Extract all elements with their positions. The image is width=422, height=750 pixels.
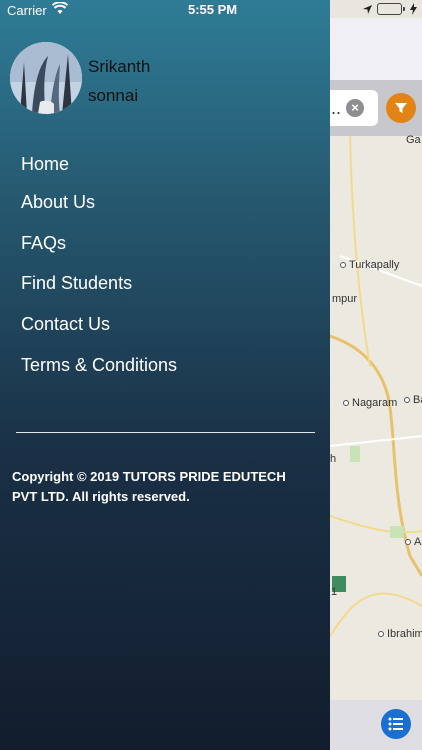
status-bar: Carrier 5:55 PM	[0, 0, 422, 20]
status-right	[362, 3, 417, 15]
side-drawer: Srikanth sonnai Home About Us FAQs Find …	[0, 0, 330, 750]
map-place-label: Ab	[405, 536, 422, 548]
user-first-name: Srikanth	[88, 57, 151, 76]
highway-shield-label: 1	[331, 586, 338, 598]
map-place-label: mpur	[332, 293, 358, 305]
clear-icon[interactable]: ×	[346, 99, 364, 117]
navigation-bar	[330, 18, 422, 80]
map-place-label: Nagaram	[343, 397, 397, 409]
menu-item-find-students[interactable]: Find Students	[21, 273, 132, 294]
user-last-name: sonnai	[88, 86, 139, 105]
map-place-label: Turkapally	[340, 259, 399, 271]
filter-button[interactable]	[386, 93, 416, 123]
menu-item-terms-conditions[interactable]: Terms & Conditions	[21, 355, 177, 376]
list-view-button[interactable]	[381, 709, 411, 739]
map-place-label: Ibrahim	[378, 628, 422, 640]
status-time: 5:55 PM	[188, 2, 238, 17]
menu-item-contact-us[interactable]: Contact Us	[21, 314, 110, 335]
filter-icon	[395, 103, 407, 113]
user-name: Srikanth sonnai	[88, 52, 150, 110]
map-place-label: Ba	[404, 394, 422, 406]
wifi-icon	[52, 2, 68, 14]
map-place-label: Ga	[406, 134, 421, 146]
list-icon	[388, 717, 403, 731]
menu-divider	[16, 432, 315, 433]
map-roads	[330, 136, 422, 637]
profile-photo-icon	[10, 42, 82, 114]
battery-icon	[377, 3, 405, 15]
charging-icon	[410, 3, 417, 15]
menu-item-faqs[interactable]: FAQs	[21, 233, 66, 254]
carrier-label: Carrier	[7, 3, 47, 18]
map-view[interactable]	[330, 136, 422, 700]
menu-item-home[interactable]: Home	[21, 154, 69, 175]
avatar[interactable]	[10, 42, 82, 114]
map-place-label: h	[330, 453, 337, 465]
location-arrow-icon	[363, 4, 372, 14]
menu-item-about-us[interactable]: About Us	[21, 192, 95, 213]
copyright-text: Copyright © 2019 TUTORS PRIDE EDUTECH PV…	[12, 469, 286, 504]
